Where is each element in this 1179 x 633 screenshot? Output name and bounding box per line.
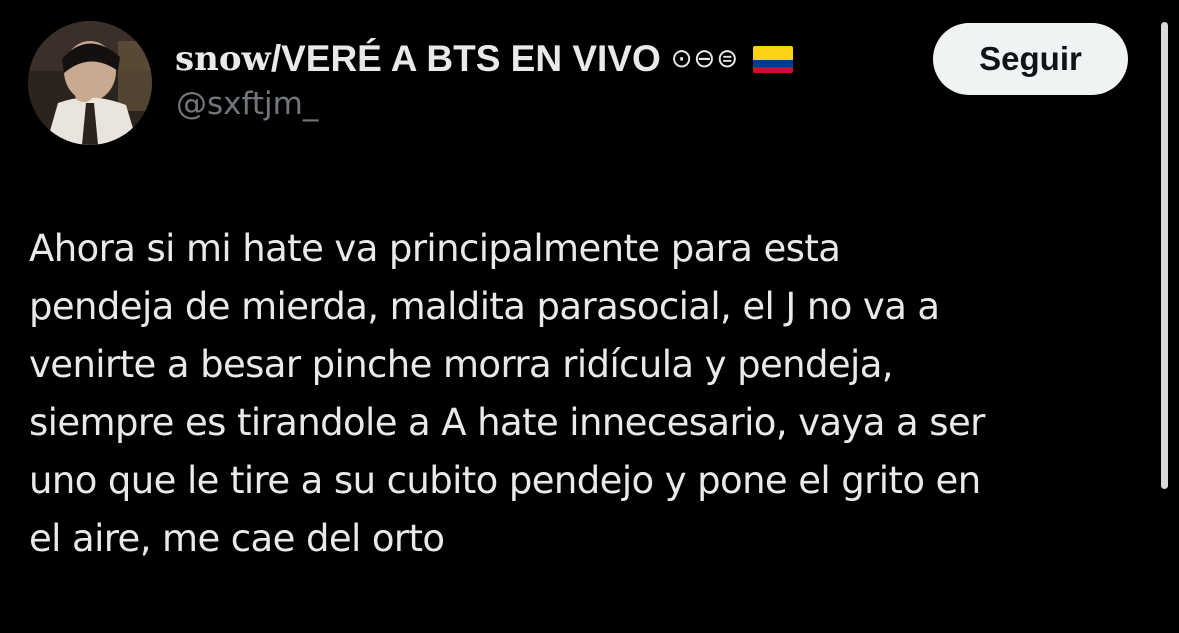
- display-name-first[interactable]: snow: [175, 39, 271, 79]
- tweet-text-line: venirte a besar pinche morra ridícula y …: [29, 343, 894, 386]
- tweet-text-line: el aire, me cae del orto: [29, 517, 445, 560]
- tweet-card: snow /VERÉ A BTS EN VIVO ⊙⊖⊜ @sxftjm_ Se…: [0, 0, 1179, 633]
- avatar[interactable]: [28, 21, 152, 145]
- tweet-text: Ahora si mi hate va principalmente para …: [29, 220, 1154, 568]
- display-name-symbols: ⊙⊖⊜: [670, 44, 740, 74]
- tweet-text-line: Ahora si mi hate va principalmente para …: [29, 227, 841, 270]
- tweet-text-line: siempre es tirandole a A hate innecesari…: [29, 401, 985, 444]
- avatar-image: [28, 21, 152, 145]
- colombia-flag-icon: [753, 45, 794, 73]
- display-name-rest[interactable]: /VERÉ A BTS EN VIVO: [271, 38, 661, 80]
- tweet-text-line: pendeja de mierda, maldita parasocial, e…: [29, 285, 940, 328]
- user-handle[interactable]: @sxftjm_: [176, 86, 318, 122]
- scrollbar[interactable]: [1161, 22, 1168, 489]
- display-name[interactable]: snow /VERÉ A BTS EN VIVO ⊙⊖⊜: [175, 34, 794, 84]
- tweet-text-line: uno que le tire a su cubito pendejo y po…: [29, 459, 981, 502]
- follow-button[interactable]: Seguir: [933, 23, 1128, 95]
